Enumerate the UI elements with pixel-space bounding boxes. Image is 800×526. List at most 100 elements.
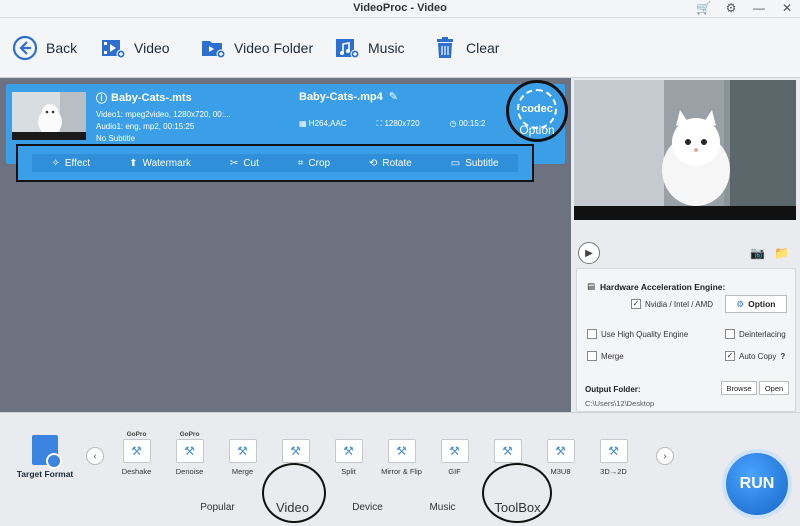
output-folder-path: C:\Users\12\Desktop — [585, 399, 655, 408]
stamp-icon: ⬆ — [129, 157, 138, 169]
add-music-button[interactable]: Music — [334, 34, 405, 62]
format-list: GoPro ⚒ Deshake GoPro ⚒ Denoise ⚒ Merge ⚒ ⚒ Sp… — [110, 431, 650, 501]
audio-track-select[interactable]: Audio1: eng, mp2, 00:15:25 — [96, 122, 231, 131]
tool-icon: ⚒ — [387, 439, 416, 463]
format-item[interactable]: ⚒ Merge — [216, 431, 269, 501]
tool-icon: ⚒ — [599, 439, 628, 463]
codec-option-button[interactable]: codec Option — [506, 80, 568, 142]
target-format-icon — [32, 435, 62, 469]
edit-toolbar: ✧ Effect ⬆ Watermark ✂ Cut ⌗ Crop ⟲ Rotate ▭ S… — [16, 144, 534, 182]
info-icon[interactable]: ⓘ — [96, 90, 107, 106]
clock-icon: ◷ — [449, 119, 457, 128]
watermark-button[interactable]: ⬆ Watermark — [129, 158, 191, 169]
format-item[interactable]: ⚒ M3U8 — [534, 431, 587, 501]
format-item[interactable]: ⚒ Mirror & Flip — [375, 431, 428, 501]
format-item[interactable]: GoPro ⚒ Denoise — [163, 431, 216, 501]
format-item[interactable]: ⚒ 3D→2D — [587, 431, 640, 501]
gear-icon: ⚙ — [736, 298, 745, 309]
category-tabs: Popular Video Device Music ToolBox — [180, 495, 660, 521]
clear-button[interactable]: Clear — [432, 34, 499, 62]
video-track-select[interactable]: Video1: mpeg2video, 1280x720, 00:... — [96, 110, 231, 119]
title-bar: VideoProc - Video 🛒 ⚙ — ✕ — [0, 0, 800, 18]
film-icon: ▦ — [299, 119, 307, 128]
close-icon[interactable]: ✕ — [780, 1, 794, 15]
add-video-button[interactable]: Video — [100, 34, 170, 62]
window-title: VideoProc - Video — [353, 2, 447, 14]
camera-icon[interactable]: 📷 — [750, 246, 765, 260]
trash-icon — [432, 35, 458, 61]
rotate-button[interactable]: ⟲ Rotate — [369, 158, 412, 169]
output-folder-label: Output Folder: — [585, 385, 641, 394]
source-file-name: Baby-Cats-.mts — [111, 92, 192, 104]
play-icon: ▶ — [585, 247, 593, 259]
deinterlacing-checkbox[interactable]: Deinterlacing — [725, 329, 786, 339]
help-icon[interactable]: ? — [780, 352, 785, 361]
folder-add-icon — [200, 35, 226, 61]
subtitle-track-select[interactable]: No Subtitle — [96, 134, 231, 143]
tab-popular[interactable]: Popular — [180, 495, 255, 521]
scissors-icon: ✂ — [229, 157, 239, 169]
high-quality-checkbox[interactable]: Use High Quality Engine — [587, 329, 688, 339]
hw-option-button[interactable]: ⚙ Option — [725, 295, 787, 313]
format-item[interactable]: ⚒ Split — [322, 431, 375, 501]
format-item[interactable]: ⚒ — [481, 431, 534, 501]
chevron-left-icon: ‹ — [93, 450, 97, 462]
crop-button[interactable]: ⌗ Crop — [298, 158, 330, 169]
cart-icon[interactable]: 🛒 — [696, 1, 711, 15]
format-item[interactable]: GoPro ⚒ Deshake — [110, 431, 163, 501]
output-resolution: ⛶ 1280x720 — [376, 119, 420, 128]
back-label: Back — [46, 40, 78, 56]
tool-icon: ⚒ — [440, 439, 469, 463]
video-add-icon — [100, 35, 126, 61]
next-arrow-button[interactable]: › — [656, 447, 674, 465]
play-button[interactable]: ▶ — [578, 242, 600, 264]
settings-panel: ▤ Hardware Acceleration Engine: ✓ Nvidia… — [576, 268, 796, 412]
music-add-icon — [334, 35, 360, 61]
chevron-right-icon: › — [663, 450, 667, 462]
back-button[interactable]: Back — [12, 34, 77, 62]
tab-toolbox[interactable]: ToolBox — [480, 495, 555, 521]
hw-accel-title: ▤ Hardware Acceleration Engine: — [587, 281, 726, 292]
magic-wand-icon: ✧ — [51, 157, 60, 169]
merge-checkbox[interactable]: Merge — [587, 351, 624, 361]
run-button[interactable]: RUN — [722, 449, 792, 519]
video-list-area: ⓘ Baby-Cats-.mts Video1: mpeg2video, 128… — [0, 78, 571, 412]
chip-icon: ▤ — [587, 281, 596, 291]
rotate-icon: ⟲ — [368, 157, 378, 169]
minimize-icon[interactable]: — — [752, 1, 766, 15]
tool-icon: ⚒ — [281, 439, 310, 463]
tool-icon: ⚒ — [334, 439, 363, 463]
target-format-button[interactable]: Target Format — [12, 435, 78, 479]
edit-pencil-icon[interactable]: ✎ — [389, 90, 398, 103]
tab-video[interactable]: Video — [255, 495, 330, 521]
effect-button[interactable]: ✧ Effect — [51, 158, 90, 169]
output-codec: ▦ H264,AAC — [299, 119, 347, 128]
subtitle-icon: ▭ — [450, 157, 461, 169]
prev-arrow-button[interactable]: ‹ — [86, 447, 104, 465]
music-label: Music — [368, 40, 405, 56]
cut-button[interactable]: ✂ Cut — [230, 158, 259, 169]
video-folder-label: Video Folder — [234, 40, 314, 56]
nvidia-checkbox[interactable]: ✓ Nvidia / Intel / AMD — [631, 299, 713, 309]
tool-icon: ⚒ — [228, 439, 257, 463]
browse-button[interactable]: Browse — [721, 381, 757, 395]
tab-music[interactable]: Music — [405, 495, 480, 521]
gear-icon[interactable]: ⚙ — [724, 1, 738, 15]
crop-icon: ⌗ — [297, 157, 304, 169]
codec-option-label: Option — [519, 123, 555, 137]
open-button[interactable]: Open — [759, 381, 789, 395]
format-item[interactable]: ⚒ GIF — [428, 431, 481, 501]
tab-device[interactable]: Device — [330, 495, 405, 521]
main-toolbar: Back Video Video Folder Music Clear — [0, 18, 800, 78]
checkbox-checked: ✓ — [631, 299, 641, 309]
tool-icon: ⚒ — [546, 439, 575, 463]
add-video-folder-button[interactable]: Video Folder — [200, 34, 313, 62]
subtitle-button[interactable]: ▭ Subtitle — [451, 158, 499, 169]
format-item[interactable]: ⚒ — [269, 431, 322, 501]
tool-icon: ⚒ — [122, 439, 151, 463]
video-preview — [574, 80, 796, 220]
video-thumbnail — [12, 92, 86, 140]
auto-copy-checkbox[interactable]: ✓ Auto Copy ? — [725, 351, 785, 361]
folder-icon[interactable]: 📁 — [774, 246, 789, 260]
back-arrow-icon — [12, 35, 38, 61]
